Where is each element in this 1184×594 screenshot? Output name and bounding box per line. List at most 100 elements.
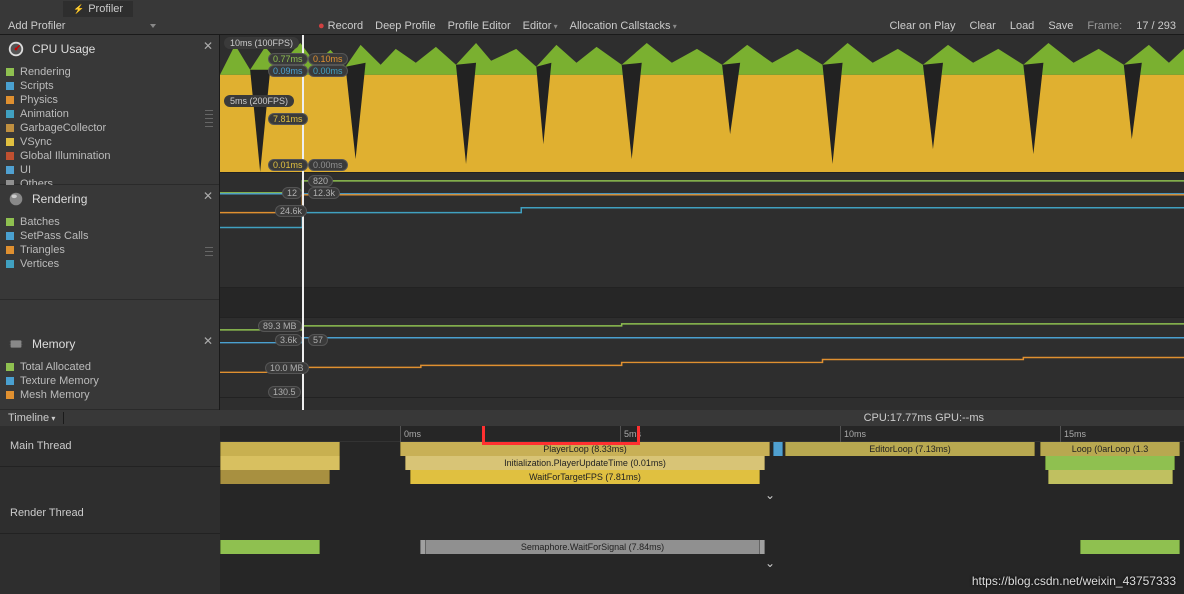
thread-render[interactable]: Render Thread <box>0 467 220 534</box>
chart-value: 12 <box>282 187 302 199</box>
legend-label: Physics <box>20 94 58 106</box>
legend-label: Animation <box>20 108 69 120</box>
chart-value: 57 <box>308 334 328 346</box>
gauge-icon <box>6 39 26 59</box>
legend-item[interactable]: Texture Memory <box>6 374 213 388</box>
legend-label: Mesh Memory <box>20 389 90 401</box>
timeline-bar[interactable] <box>1045 456 1175 470</box>
timeline-chart[interactable]: 0ms 5ms 10ms 15ms PlayerLoop (8.33ms) In… <box>220 426 1184 594</box>
fps-marker-5ms: 5ms (200FPS) <box>224 95 294 107</box>
legend-item[interactable]: SetPass Calls <box>6 229 213 243</box>
color-swatch <box>6 124 14 132</box>
timeline-bar[interactable] <box>1080 540 1180 554</box>
timeline-bar-semaphore[interactable]: Semaphore.WaitForSignal (7.84ms) <box>425 540 760 554</box>
chart-value: 24.6k <box>275 205 307 217</box>
tooltip-value: 7.81ms <box>268 113 308 125</box>
timeline-panel: Timeline CPU:17.77ms GPU:--ms Main Threa… <box>0 410 1184 594</box>
tooltip-value: 0.00ms <box>308 65 348 77</box>
timeline-bar-loop[interactable]: Loop (0arLoop (1.3 <box>1040 442 1180 456</box>
legend-label: Scripts <box>20 80 54 92</box>
color-swatch <box>6 246 14 254</box>
chevron-down-icon[interactable]: ⌄ <box>765 556 775 570</box>
timeline-bar[interactable] <box>220 456 340 470</box>
module-rendering[interactable]: Rendering ✕ BatchesSetPass CallsTriangle… <box>0 185 219 300</box>
module-title: Rendering <box>32 192 87 206</box>
legend-item[interactable]: Total Allocated <box>6 360 213 374</box>
thread-main[interactable]: Main Thread <box>0 426 220 467</box>
close-icon[interactable]: ✕ <box>203 334 213 348</box>
save-button[interactable]: Save <box>1048 20 1073 32</box>
legend-item[interactable]: Triangles <box>6 243 213 257</box>
chart-value: 89.3 MB <box>258 320 302 332</box>
record-button[interactable]: Record <box>318 20 363 32</box>
legend-item[interactable]: Batches <box>6 215 213 229</box>
chart-gap <box>220 288 1184 318</box>
legend-label: Total Allocated <box>20 361 91 373</box>
color-swatch <box>6 96 14 104</box>
load-button[interactable]: Load <box>1010 20 1034 32</box>
chip-icon <box>6 334 26 354</box>
timeline-ruler: 0ms 5ms 10ms 15ms <box>220 426 1184 442</box>
module-title: Memory <box>32 337 75 351</box>
legend-item[interactable]: Animation <box>6 107 213 121</box>
timeline-bar[interactable] <box>773 442 783 456</box>
legend-label: Texture Memory <box>20 375 99 387</box>
tab-profiler[interactable]: Profiler <box>63 1 133 17</box>
module-memory[interactable]: Memory ✕ Total Allocated Texture Memory Me… <box>0 330 219 410</box>
editor-dropdown[interactable]: Editor <box>523 20 558 32</box>
chart-area[interactable]: 10ms (100FPS) 5ms (200FPS) 0.77ms 0.09ms… <box>220 35 1184 410</box>
timeline-mode-dropdown[interactable]: Timeline <box>0 412 64 424</box>
deep-profile-button[interactable]: Deep Profile <box>375 20 436 32</box>
timeline-bar[interactable] <box>220 442 340 456</box>
chart-value: 820 <box>308 175 333 187</box>
thread-sidebar: Main Thread Render Thread <box>0 426 220 594</box>
ruler-tick: 15ms <box>1060 426 1086 442</box>
color-swatch <box>6 363 14 371</box>
legend-item[interactable]: Global Illumination <box>6 149 213 163</box>
clear-button[interactable]: Clear <box>970 20 996 32</box>
clear-on-play-button[interactable]: Clear on Play <box>889 20 955 32</box>
legend-label: Rendering <box>20 66 71 78</box>
color-swatch <box>6 138 14 146</box>
close-icon[interactable]: ✕ <box>203 189 213 203</box>
memory-chart[interactable]: 89.3 MB 3.6k 57 10.0 MB 130.5 <box>220 318 1184 398</box>
timeline-bar[interactable] <box>220 470 330 484</box>
toolbar: Add Profiler Record Deep Profile Profile… <box>0 17 1184 35</box>
legend-label: VSync <box>20 136 52 148</box>
tooltip-value: 0.10ms <box>308 53 348 65</box>
timeline-bar-editorloop[interactable]: EditorLoop (7.13ms) <box>785 442 1035 456</box>
color-swatch <box>6 110 14 118</box>
legend-label: GarbageCollector <box>20 122 106 134</box>
legend-item[interactable]: VSync <box>6 135 213 149</box>
annotation-highlight <box>482 426 640 445</box>
frame-scrubber[interactable] <box>302 35 304 410</box>
legend-item[interactable]: Vertices <box>6 257 213 271</box>
color-swatch <box>6 218 14 226</box>
chevron-down-icon[interactable]: ⌄ <box>765 488 775 502</box>
legend-item[interactable]: Scripts <box>6 79 213 93</box>
drag-handle-icon[interactable] <box>205 209 213 293</box>
close-icon[interactable]: ✕ <box>203 39 213 53</box>
chart-value: 10.0 MB <box>265 362 309 374</box>
module-title: CPU Usage <box>32 42 95 56</box>
watermark: https://blog.csdn.net/weixin_43757333 <box>972 574 1176 588</box>
profile-editor-button[interactable]: Profile Editor <box>448 20 511 32</box>
legend-item[interactable]: Mesh Memory <box>6 388 213 402</box>
legend-item[interactable]: GarbageCollector <box>6 121 213 135</box>
timeline-bar[interactable] <box>1048 470 1173 484</box>
legend-label: SetPass Calls <box>20 230 88 242</box>
timeline-bar[interactable] <box>220 540 320 554</box>
timeline-bar-waitfps[interactable]: WaitForTargetFPS (7.81ms) <box>410 470 760 484</box>
allocation-callstacks-dropdown[interactable]: Allocation Callstacks <box>570 20 677 32</box>
cpu-chart[interactable]: 10ms (100FPS) 5ms (200FPS) 0.77ms 0.09ms… <box>220 35 1184 173</box>
legend-item[interactable]: Physics <box>6 93 213 107</box>
module-cpu-usage[interactable]: CPU Usage ✕ Rendering Scripts Physics Anima… <box>0 35 219 185</box>
rendering-chart[interactable]: 820 12 12.3k 24.6k <box>220 173 1184 288</box>
legend-item[interactable]: UI <box>6 163 213 177</box>
timeline-bar-init[interactable]: Initialization.PlayerUpdateTime (0.01ms) <box>405 456 765 470</box>
add-profiler-dropdown[interactable]: Add Profiler <box>8 20 168 32</box>
legend-label: Global Illumination <box>20 150 111 162</box>
tab-bar: Profiler <box>0 0 1184 17</box>
drag-handle-icon[interactable] <box>205 59 213 178</box>
legend-item[interactable]: Rendering <box>6 65 213 79</box>
